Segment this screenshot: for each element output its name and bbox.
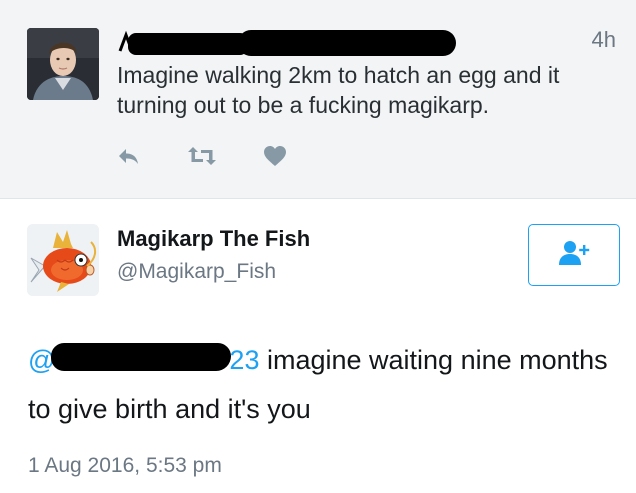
tweet-text: Imagine walking 2km to hatch an egg and …: [117, 62, 560, 118]
follow-user-icon: [557, 239, 591, 272]
reply-avatar[interactable]: [27, 224, 99, 296]
reply-tweet-text: @23 imagine waiting nine months to give …: [28, 336, 618, 434]
tweet-timestamp[interactable]: 4h: [592, 27, 616, 53]
like-icon[interactable]: [263, 145, 287, 167]
reply-handle[interactable]: @Magikarp_Fish: [117, 260, 276, 284]
redacted-mention: [51, 343, 232, 371]
parent-avatar[interactable]: [27, 28, 99, 100]
reply-date[interactable]: 1 Aug 2016, 5:53 pm: [28, 454, 222, 478]
tweet-actions: [117, 144, 333, 168]
parent-tweet[interactable]: 4h Imagine walking 2km to hatch an egg a…: [0, 0, 636, 199]
retweet-icon[interactable]: [187, 145, 217, 167]
redacted-user-name: [118, 29, 458, 57]
mention-link-suffix[interactable]: 23: [229, 345, 259, 375]
follow-button[interactable]: [528, 224, 620, 286]
reply-display-name[interactable]: Magikarp The Fish: [117, 226, 310, 252]
reply-icon[interactable]: [117, 147, 141, 165]
